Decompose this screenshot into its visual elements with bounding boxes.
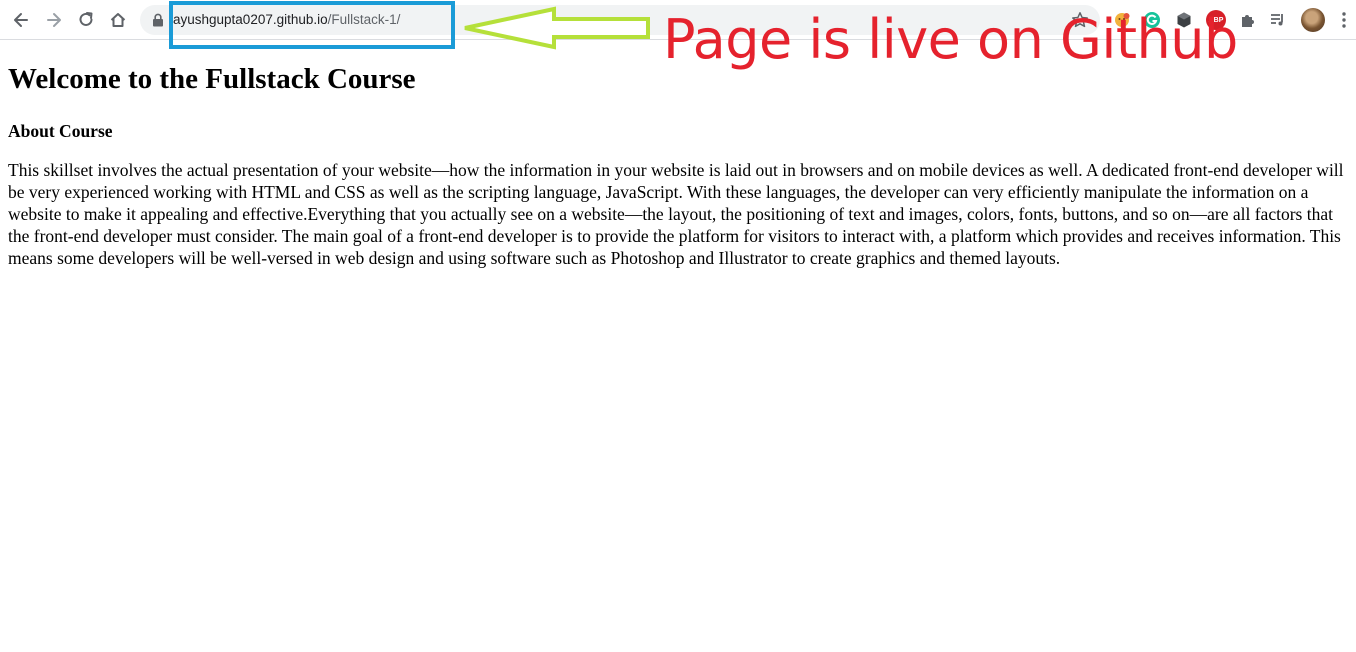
page-title: Welcome to the Fullstack Course	[8, 63, 416, 95]
media-control-button[interactable]	[1268, 10, 1288, 30]
back-button[interactable]	[8, 7, 34, 33]
reload-button[interactable]	[73, 7, 99, 33]
url-highlight-box	[169, 1, 455, 49]
annotation-text: Page is live on Github	[663, 8, 1238, 71]
course-description: This skillset involves the actual presen…	[8, 160, 1344, 268]
home-button[interactable]	[105, 7, 131, 33]
home-icon	[110, 13, 126, 27]
section-title: About Course	[8, 121, 113, 141]
media-queue-icon	[1271, 14, 1283, 26]
back-arrow-icon	[14, 13, 28, 27]
three-dot-menu-icon[interactable]	[1336, 11, 1352, 29]
annotation-arrow-icon	[464, 6, 650, 50]
lock-icon	[153, 13, 163, 27]
puzzle-icon	[1242, 15, 1254, 27]
profile-avatar[interactable]	[1301, 8, 1325, 32]
forward-button[interactable]	[41, 7, 67, 33]
reload-icon	[79, 12, 93, 26]
extensions-button[interactable]	[1238, 10, 1258, 30]
forward-arrow-icon	[47, 13, 61, 27]
